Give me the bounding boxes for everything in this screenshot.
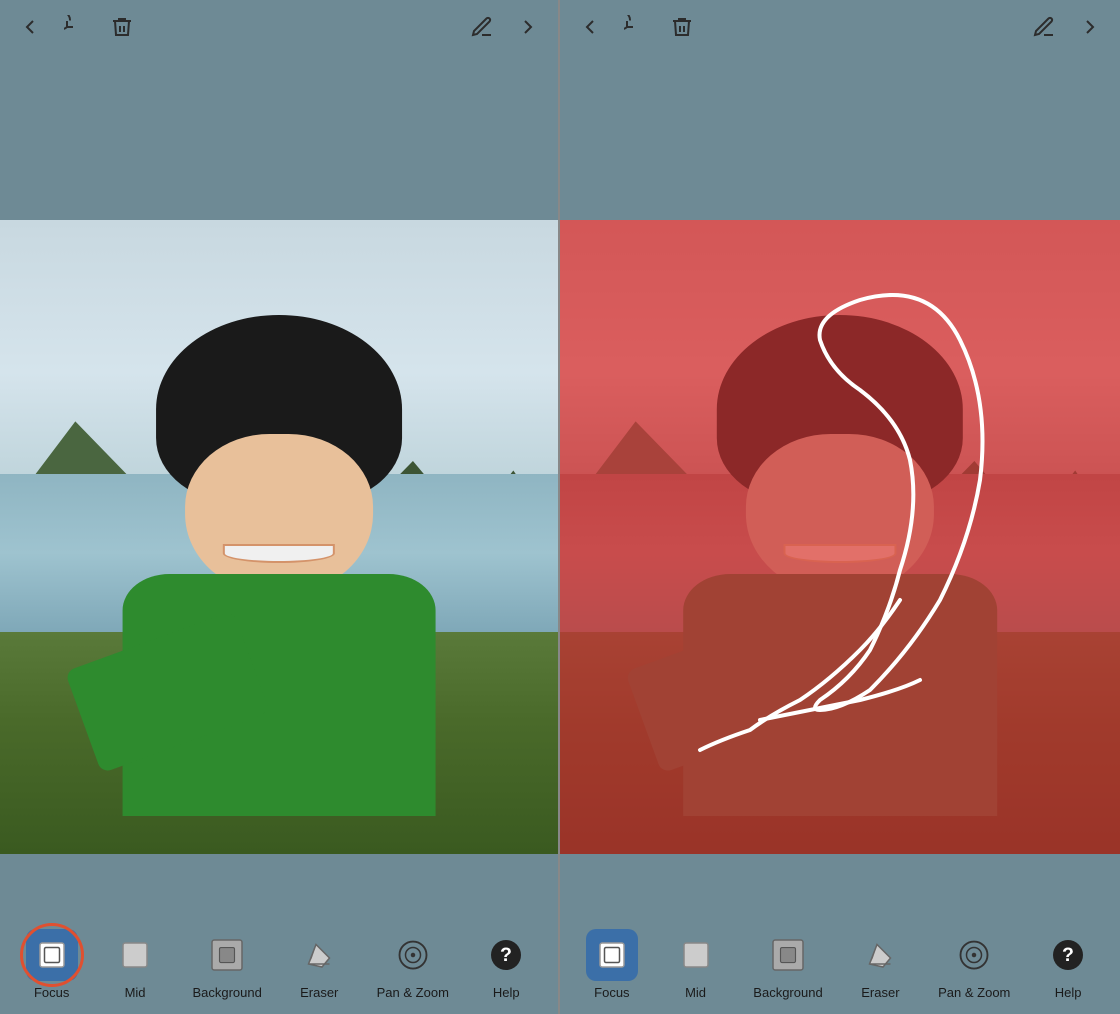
left-photo [0, 220, 558, 854]
left-bottom-toolbar: Focus Mid Background [0, 914, 558, 1014]
right-toolbar [560, 0, 1120, 60]
right-background-icon [770, 937, 806, 973]
pan-zoom-icon-wrap [387, 929, 439, 981]
right-smile [784, 544, 897, 563]
left-toolbar-right [470, 15, 540, 45]
right-toolbar-right [1032, 15, 1102, 45]
right-tool-focus[interactable]: Focus [586, 929, 638, 1000]
right-help-icon-wrap: ? [1042, 929, 1094, 981]
mid-icon-wrap [109, 929, 161, 981]
right-mid-label: Mid [685, 985, 706, 1000]
focus-icon-wrap [26, 929, 78, 981]
right-pan-zoom-icon-wrap [948, 929, 1000, 981]
left-forward-button[interactable] [516, 15, 540, 45]
right-mid-icon-wrap [670, 929, 722, 981]
right-help-label: Help [1055, 985, 1082, 1000]
right-back-button[interactable] [578, 15, 602, 45]
mid-icon [117, 937, 153, 973]
right-tool-eraser[interactable]: Eraser [854, 929, 906, 1000]
left-delete-button[interactable] [110, 15, 134, 45]
eraser-icon [301, 937, 337, 973]
help-icon-wrap: ? [480, 929, 532, 981]
right-photo [560, 220, 1120, 854]
pan-zoom-icon [395, 937, 431, 973]
right-bottom-spacer [560, 854, 1120, 914]
right-focus-icon [594, 937, 630, 973]
left-back-button[interactable] [18, 15, 42, 45]
help-label: Help [493, 985, 520, 1000]
left-tool-background[interactable]: Background [192, 929, 261, 1000]
right-edit-button[interactable] [1032, 15, 1056, 45]
left-edit-button[interactable] [470, 15, 494, 45]
right-mid-icon [678, 937, 714, 973]
child-figure [56, 315, 502, 854]
left-toolbar [0, 0, 558, 60]
left-tool-pan-zoom[interactable]: Pan & Zoom [377, 929, 449, 1000]
right-eraser-icon-wrap [854, 929, 906, 981]
background-icon-wrap [201, 929, 253, 981]
right-pan-zoom-icon [956, 937, 992, 973]
right-child-figure [616, 315, 1064, 854]
right-gray-spacer [560, 60, 1120, 220]
right-bottom-toolbar: Focus Mid Background [560, 914, 1120, 1014]
left-bottom-spacer [0, 854, 558, 914]
svg-text:?: ? [1062, 944, 1074, 966]
right-help-icon: ? [1050, 937, 1086, 973]
left-tool-help[interactable]: ? Help [480, 929, 532, 1000]
left-undo-button[interactable] [64, 15, 88, 45]
right-focus-label: Focus [594, 985, 629, 1000]
help-icon: ? [488, 937, 524, 973]
right-pan-zoom-label: Pan & Zoom [938, 985, 1010, 1000]
right-image-area [560, 220, 1120, 854]
right-undo-button[interactable] [624, 15, 648, 45]
face [185, 434, 372, 596]
focus-icon [34, 937, 70, 973]
left-tool-focus[interactable]: Focus [26, 929, 78, 1000]
left-gray-spacer [0, 60, 558, 220]
mid-label: Mid [125, 985, 146, 1000]
left-tool-mid[interactable]: Mid [109, 929, 161, 1000]
left-toolbar-left [18, 15, 470, 45]
right-tool-mid[interactable]: Mid [670, 929, 722, 1000]
right-tool-help[interactable]: ? Help [1042, 929, 1094, 1000]
right-background-icon-wrap [762, 929, 814, 981]
left-tool-eraser[interactable]: Eraser [293, 929, 345, 1000]
right-tool-background[interactable]: Background [753, 929, 822, 1000]
right-toolbar-left [578, 15, 1032, 45]
background-icon [209, 937, 245, 973]
focus-label: Focus [34, 985, 69, 1000]
right-tool-pan-zoom[interactable]: Pan & Zoom [938, 929, 1010, 1000]
right-focus-icon-wrap [586, 929, 638, 981]
pan-zoom-label: Pan & Zoom [377, 985, 449, 1000]
right-forward-button[interactable] [1078, 15, 1102, 45]
right-eraser-label: Eraser [861, 985, 899, 1000]
background-label: Background [192, 985, 261, 1000]
right-delete-button[interactable] [670, 15, 694, 45]
eraser-icon-wrap [293, 929, 345, 981]
right-face [746, 434, 934, 596]
right-background-label: Background [753, 985, 822, 1000]
left-image-area [0, 220, 558, 854]
right-panel: Focus Mid Background [560, 0, 1120, 1014]
left-panel: Focus Mid Background [0, 0, 560, 1014]
smile [223, 544, 335, 563]
eraser-label: Eraser [300, 985, 338, 1000]
svg-text:?: ? [500, 944, 512, 966]
right-eraser-icon [862, 937, 898, 973]
